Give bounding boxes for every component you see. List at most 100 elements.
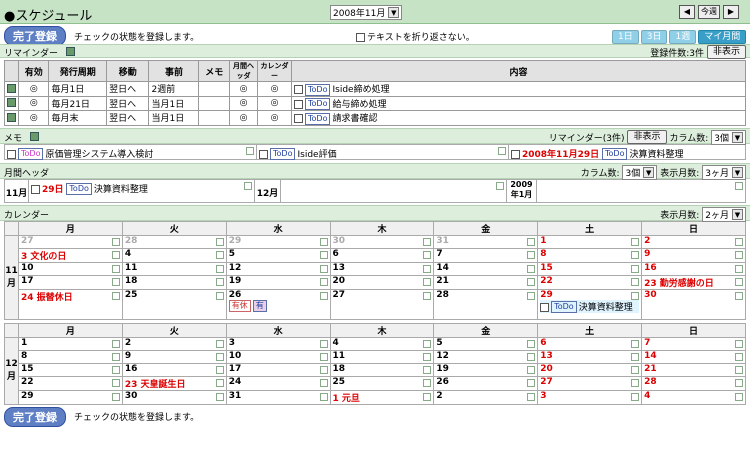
edit-icon[interactable] — [735, 264, 743, 273]
day-cell[interactable]: 27 — [537, 375, 643, 391]
day-cell[interactable]: 29 — [18, 389, 123, 405]
day-cell[interactable]: 18 — [329, 362, 435, 377]
day-cell[interactable]: 30 — [121, 389, 227, 405]
day-cell[interactable]: 26 — [433, 375, 539, 391]
edit-icon[interactable] — [319, 264, 328, 273]
day-cell[interactable]: 5 — [433, 336, 539, 351]
edit-icon[interactable] — [527, 392, 536, 401]
day-cell[interactable]: 11 — [329, 349, 435, 364]
edit-icon[interactable] — [423, 365, 432, 374]
edit-icon[interactable] — [244, 181, 252, 190]
day-cell[interactable]: 23 勤労感謝の日 — [641, 274, 746, 290]
edit-icon[interactable] — [423, 237, 432, 246]
day-cell[interactable]: 26 有休有 — [225, 288, 331, 320]
day-cell[interactable]: 18 — [121, 274, 227, 290]
day-cell[interactable]: 20 — [537, 362, 643, 377]
edit-icon[interactable] — [7, 83, 16, 93]
day-cell[interactable]: 2 — [433, 389, 539, 405]
checkbox[interactable] — [294, 114, 303, 123]
edit-icon[interactable] — [423, 392, 432, 401]
edit-icon[interactable] — [423, 339, 432, 348]
day-cell[interactable]: 1 — [537, 234, 643, 249]
day-cell[interactable]: 17 — [18, 274, 123, 290]
edit-icon[interactable] — [423, 291, 432, 300]
edit-icon[interactable] — [215, 291, 224, 300]
add-reminder-icon[interactable] — [66, 47, 75, 56]
edit-icon[interactable] — [111, 339, 120, 348]
event-text[interactable]: 決算資料整理 — [94, 185, 148, 195]
day-cell[interactable]: 24 振替休日 — [18, 288, 123, 320]
register-button-bottom[interactable]: 完了登録 — [4, 406, 66, 427]
edit-icon[interactable] — [631, 365, 640, 374]
edit-icon[interactable] — [735, 181, 743, 190]
day-cell[interactable]: 15 — [18, 362, 123, 377]
day-cell[interactable]: 16 — [641, 261, 746, 276]
add-memo-icon[interactable] — [30, 131, 39, 141]
day-cell[interactable]: 10 — [225, 349, 331, 364]
edit-icon[interactable] — [319, 291, 328, 300]
day-cell[interactable]: 28 — [433, 288, 539, 320]
edit-icon[interactable] — [111, 237, 120, 246]
checkbox[interactable] — [31, 184, 40, 194]
day-cell[interactable]: 27 — [329, 288, 435, 320]
edit-icon[interactable] — [319, 237, 328, 246]
day-cell[interactable]: 7 — [641, 336, 746, 351]
event-icon[interactable]: 有 — [252, 299, 267, 312]
register-button[interactable]: 完了登録 — [4, 26, 66, 46]
reminder-content[interactable]: 請求書確認 — [332, 114, 377, 124]
edit-icon[interactable] — [527, 352, 536, 361]
day-cell[interactable]: 31 — [225, 389, 331, 405]
reminder-hide-button[interactable]: 非表示 — [706, 45, 746, 59]
edit-icon[interactable] — [215, 264, 224, 273]
day-cell[interactable]: 3 文化の日 — [18, 247, 123, 263]
edit-icon[interactable] — [215, 365, 224, 374]
day-cell[interactable]: 19 — [433, 362, 539, 377]
edit-icon[interactable] — [215, 250, 224, 259]
day-cell[interactable]: 20 — [329, 274, 435, 290]
edit-icon[interactable] — [631, 250, 640, 259]
memo-hide-button[interactable]: 非表示 — [627, 130, 667, 144]
prev-button[interactable]: ◀ — [679, 5, 695, 19]
day-cell[interactable]: 25 — [329, 375, 435, 391]
edit-icon[interactable] — [319, 352, 328, 361]
checkbox[interactable] — [511, 149, 520, 159]
day-cell[interactable]: 9 — [641, 247, 746, 263]
holiday-event[interactable]: 有休 — [228, 299, 251, 312]
day-cell[interactable]: 12 — [433, 349, 539, 364]
day-cell[interactable]: 27 — [18, 234, 123, 249]
day-cell[interactable]: 14 — [641, 349, 746, 364]
memo-colcount-select[interactable]: 3個 ▼ — [711, 129, 746, 145]
tab-3day[interactable]: 3日 — [640, 30, 668, 44]
day-cell[interactable]: 28 — [121, 234, 227, 249]
checkbox[interactable] — [294, 99, 303, 109]
day-cell[interactable]: 21 — [433, 274, 539, 290]
day-cell[interactable]: 6 — [537, 336, 643, 351]
edit-icon[interactable] — [111, 392, 120, 401]
edit-icon[interactable] — [735, 277, 743, 286]
edit-icon[interactable] — [735, 365, 743, 374]
mh-months-select[interactable]: 3ヶ月 ▼ — [702, 164, 746, 180]
memo-text[interactable]: 決算資料整理 — [629, 150, 683, 160]
day-cell[interactable]: 9 — [121, 349, 227, 364]
memo-text[interactable]: Iside評価 — [297, 150, 336, 160]
edit-icon[interactable] — [215, 277, 224, 286]
edit-icon[interactable] — [527, 250, 536, 259]
edit-icon[interactable] — [423, 250, 432, 259]
day-cell[interactable]: 16 — [121, 362, 227, 377]
day-cell[interactable]: 4 — [641, 389, 746, 405]
checkbox[interactable] — [294, 85, 303, 94]
edit-icon[interactable] — [423, 352, 432, 361]
edit-icon[interactable] — [631, 291, 640, 300]
day-cell[interactable]: 1 — [18, 336, 123, 351]
edit-icon[interactable] — [215, 352, 224, 361]
tab-my-month[interactable]: マイ月間 — [698, 30, 747, 44]
edit-icon[interactable] — [111, 291, 120, 300]
day-cell[interactable]: 13 — [537, 349, 643, 364]
edit-icon[interactable] — [246, 146, 254, 155]
day-cell[interactable]: 13 — [329, 261, 435, 276]
edit-icon[interactable] — [7, 98, 16, 108]
edit-icon[interactable] — [319, 392, 328, 401]
day-cell[interactable]: 3 — [537, 389, 643, 405]
edit-icon[interactable] — [7, 112, 16, 122]
day-cell[interactable]: 24 — [225, 375, 331, 391]
